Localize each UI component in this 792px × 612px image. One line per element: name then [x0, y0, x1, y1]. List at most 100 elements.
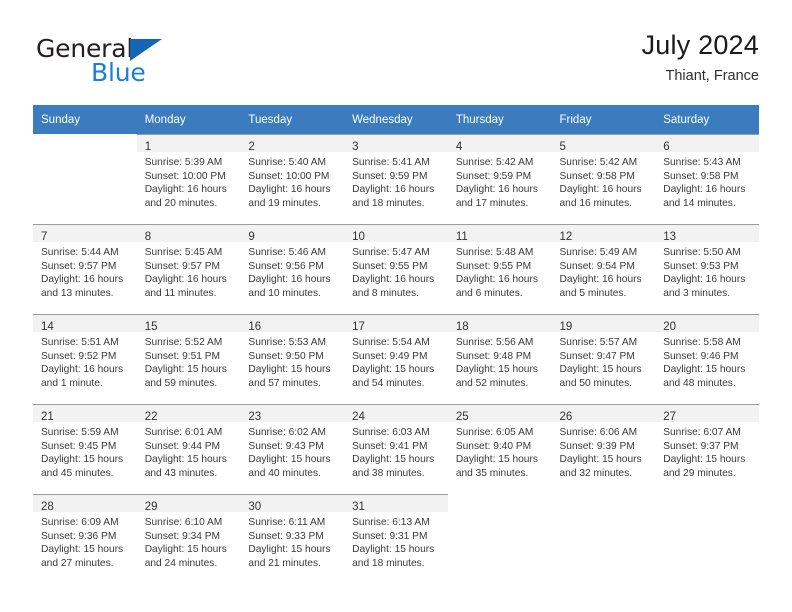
calendar-day-cell[interactable]: 19 Sunrise: 5:57 AM Sunset: 9:47 PM Dayligh… — [551, 314, 656, 404]
sunrise-text: Sunrise: 6:02 AM — [248, 427, 326, 438]
day-details: Sunrise: 5:41 AM Sunset: 9:59 PM Daylight:… — [344, 152, 448, 210]
sunset-text: Sunset: 9:43 PM — [248, 440, 324, 452]
calendar-day-cell[interactable]: 27 Sunrise: 6:07 AM Sunset: 9:37 PM Dayligh… — [655, 404, 759, 494]
calendar-day-cell[interactable]: 26 Sunrise: 6:06 AM Sunset: 9:39 PM Dayligh… — [551, 404, 656, 494]
sunset-text: Sunset: 9:53 PM — [663, 260, 739, 272]
calendar-day-cell[interactable]: 2 Sunrise: 5:40 AM Sunset: 10:00 PM Dayligh… — [240, 134, 345, 224]
calendar-week-row: 7 Sunrise: 5:44 AM Sunset: 9:57 PM Daylight… — [33, 224, 759, 314]
sunset-text: Sunset: 9:34 PM — [144, 530, 221, 542]
calendar-cell-container — [33, 134, 137, 224]
calendar-day-cell[interactable]: 12 Sunrise: 5:49 AM Sunset: 9:54 PM Dayligh… — [551, 224, 656, 314]
calendar-week-row: 14 Sunrise: 5:51 AM Sunset: 9:52 PM Dayligh… — [33, 314, 759, 404]
daylight-text-line2: and 38 minutes. — [352, 467, 425, 479]
day-number-bar: 8 — [136, 225, 241, 243]
sunset-text: Sunset: 9:52 PM — [41, 350, 117, 362]
day-number: 31 — [352, 501, 365, 513]
day-number-bar: 20 — [655, 315, 759, 333]
day-details: Sunrise: 5:47 AM Sunset: 9:55 PM Daylight:… — [344, 242, 448, 300]
calendar-day-cell[interactable]: 7 Sunrise: 5:44 AM Sunset: 9:57 PM Daylight… — [33, 224, 137, 314]
calendar-day-cell[interactable]: 9 Sunrise: 5:46 AM Sunset: 9:56 PM Daylight… — [240, 224, 345, 314]
calendar-day-cell[interactable]: 22 Sunrise: 6:01 AM Sunset: 9:44 PM Dayligh… — [136, 404, 241, 494]
calendar-day-cell[interactable]: 21 Sunrise: 5:59 AM Sunset: 9:45 PM Dayligh… — [33, 404, 137, 494]
sunset-text: Sunset: 9:59 PM — [455, 170, 532, 182]
day-number-bar: 14 — [33, 315, 137, 333]
calendar-day-cell[interactable]: 28 Sunrise: 6:09 AM Sunset: 9:36 PM Dayligh… — [33, 494, 137, 584]
daylight-text-line1: Daylight: 16 hours — [41, 274, 124, 286]
day-number: 29 — [144, 501, 158, 513]
calendar-day-cell[interactable]: 4 Sunrise: 5:42 AM Sunset: 9:59 PM Daylight… — [447, 134, 552, 224]
calendar-day-cell[interactable]: 25 Sunrise: 6:05 AM Sunset: 9:40 PM Dayligh… — [447, 404, 552, 494]
day-number: 2 — [248, 141, 255, 153]
day-details: Sunrise: 5:45 AM Sunset: 9:57 PM Daylight:… — [137, 242, 241, 300]
calendar-day-cell[interactable]: 29 Sunrise: 6:10 AM Sunset: 9:34 PM Dayligh… — [136, 494, 241, 584]
day-number: 27 — [663, 411, 677, 423]
day-number: 25 — [455, 411, 469, 423]
day-number: 1 — [144, 141, 152, 153]
sunrise-text: Sunrise: 5:54 AM — [352, 337, 430, 348]
day-number: 22 — [144, 411, 158, 423]
calendar-day-cell[interactable]: 13 Sunrise: 5:50 AM Sunset: 9:53 PM Dayligh… — [655, 224, 759, 314]
daylight-text-line1: Daylight: 15 hours — [41, 454, 124, 466]
daylight-text-line2: and 1 minute. — [41, 377, 103, 389]
calendar-cell-container: 25 Sunrise: 6:05 AM Sunset: 9:40 PM Dayligh… — [447, 404, 552, 494]
calendar-day-cell[interactable]: 24 Sunrise: 6:03 AM Sunset: 9:41 PM Dayligh… — [344, 404, 448, 494]
daylight-text-line2: and 40 minutes. — [248, 467, 321, 479]
calendar-day-cell[interactable]: 14 Sunrise: 5:51 AM Sunset: 9:52 PM Dayligh… — [33, 314, 137, 404]
calendar-day-cell[interactable]: 17 Sunrise: 5:54 AM Sunset: 9:49 PM Dayligh… — [344, 314, 448, 404]
calendar-cell-container: 7 Sunrise: 5:44 AM Sunset: 9:57 PM Daylight… — [33, 224, 137, 314]
calendar-week-row: 21 Sunrise: 5:59 AM Sunset: 9:45 PM Dayligh… — [33, 404, 759, 494]
day-details: Sunrise: 5:49 AM Sunset: 9:54 PM Daylight:… — [552, 242, 656, 300]
sunset-text: Sunset: 9:44 PM — [144, 440, 221, 452]
calendar-cell-container: 10 Sunrise: 5:47 AM Sunset: 9:55 PM Dayligh… — [344, 224, 448, 314]
day-details: Sunrise: 5:58 AM Sunset: 9:46 PM Daylight:… — [655, 332, 759, 390]
calendar-day-cell[interactable]: 11 Sunrise: 5:48 AM Sunset: 9:55 PM Dayligh… — [447, 224, 552, 314]
daylight-text-line2: and 21 minutes. — [248, 557, 321, 569]
calendar-cell-container: 9 Sunrise: 5:46 AM Sunset: 9:56 PM Daylight… — [240, 224, 345, 314]
day-number: 8 — [144, 231, 152, 243]
daylight-text-line1: Daylight: 15 hours — [248, 454, 331, 466]
sunrise-text: Sunrise: 6:13 AM — [352, 517, 430, 528]
day-number: 9 — [248, 231, 255, 243]
calendar-day-cell[interactable]: 8 Sunrise: 5:45 AM Sunset: 9:57 PM Daylight… — [136, 224, 241, 314]
sunrise-text: Sunrise: 5:41 AM — [352, 157, 430, 168]
day-number-bar: 7 — [33, 225, 137, 243]
day-number: 10 — [352, 231, 365, 243]
calendar-day-cell[interactable]: 15 Sunrise: 5:52 AM Sunset: 9:51 PM Dayligh… — [136, 314, 241, 404]
day-details: Sunrise: 6:06 AM Sunset: 9:39 PM Daylight:… — [552, 422, 656, 480]
daylight-text-line1: Daylight: 15 hours — [144, 364, 227, 376]
calendar-day-cell[interactable]: 1 Sunrise: 5:39 AM Sunset: 10:00 PM Dayligh… — [136, 134, 241, 224]
daylight-text-line1: Daylight: 15 hours — [663, 454, 746, 466]
calendar-day-cell[interactable]: 3 Sunrise: 5:41 AM Sunset: 9:59 PM Daylight… — [344, 134, 448, 224]
calendar-day-cell[interactable]: 30 Sunrise: 6:11 AM Sunset: 9:33 PM Dayligh… — [240, 494, 345, 584]
calendar-header-row: Sunday Monday Tuesday Wednesday Thursday Frid… — [33, 105, 759, 134]
calendar-day-cell[interactable]: 20 Sunrise: 5:58 AM Sunset: 9:46 PM Dayligh… — [655, 314, 759, 404]
day-number-bar: 10 — [344, 225, 448, 243]
daylight-text-line1: Daylight: 15 hours — [248, 544, 331, 556]
daylight-text-line2: and 52 minutes. — [455, 377, 529, 389]
calendar-day-cell[interactable]: 23 Sunrise: 6:02 AM Sunset: 9:43 PM Dayligh… — [240, 404, 345, 494]
calendar-cell-container: 19 Sunrise: 5:57 AM Sunset: 9:47 PM Dayligh… — [551, 314, 656, 404]
calendar-cell-container: 6 Sunrise: 5:43 AM Sunset: 9:58 PM Daylight… — [655, 134, 759, 224]
calendar-day-cell[interactable]: 6 Sunrise: 5:43 AM Sunset: 9:58 PM Daylight… — [655, 134, 759, 224]
calendar-day-cell[interactable]: 18 Sunrise: 5:56 AM Sunset: 9:48 PM Dayligh… — [447, 314, 552, 404]
sunset-text: Sunset: 9:56 PM — [248, 260, 324, 272]
calendar-day-cell[interactable]: 31 Sunrise: 6:13 AM Sunset: 9:31 PM Dayligh… — [344, 494, 448, 584]
calendar-cell-empty — [655, 494, 759, 584]
calendar-cell-container: 15 Sunrise: 5:52 AM Sunset: 9:51 PM Dayligh… — [136, 314, 241, 404]
calendar-cell-container: 11 Sunrise: 5:48 AM Sunset: 9:55 PM Dayligh… — [447, 224, 552, 314]
sunset-text: Sunset: 9:49 PM — [352, 350, 428, 362]
calendar-day-cell[interactable]: 5 Sunrise: 5:42 AM Sunset: 9:58 PM Daylight… — [551, 134, 656, 224]
calendar-day-cell[interactable]: 10 Sunrise: 5:47 AM Sunset: 9:55 PM Dayligh… — [344, 224, 448, 314]
sunrise-text: Sunrise: 5:59 AM — [41, 427, 119, 438]
day-number-bar: 6 — [655, 135, 759, 153]
day-number-bar: 29 — [136, 495, 241, 513]
brand-logo[interactable]: General Blue — [33, 34, 263, 92]
calendar-cell-container: 24 Sunrise: 6:03 AM Sunset: 9:41 PM Dayligh… — [344, 404, 448, 494]
calendar-page: General Blue July 2024 Thiant, France Su… — [0, 0, 792, 612]
day-details: Sunrise: 5:42 AM Sunset: 9:58 PM Daylight:… — [552, 152, 656, 210]
calendar-day-cell[interactable]: 16 Sunrise: 5:53 AM Sunset: 9:50 PM Dayligh… — [240, 314, 345, 404]
daylight-text-line1: Daylight: 16 hours — [41, 364, 124, 376]
sunset-text: Sunset: 9:50 PM — [248, 350, 324, 362]
calendar-cell-container — [448, 494, 552, 584]
calendar-cell-container: 23 Sunrise: 6:02 AM Sunset: 9:43 PM Dayligh… — [240, 404, 345, 494]
